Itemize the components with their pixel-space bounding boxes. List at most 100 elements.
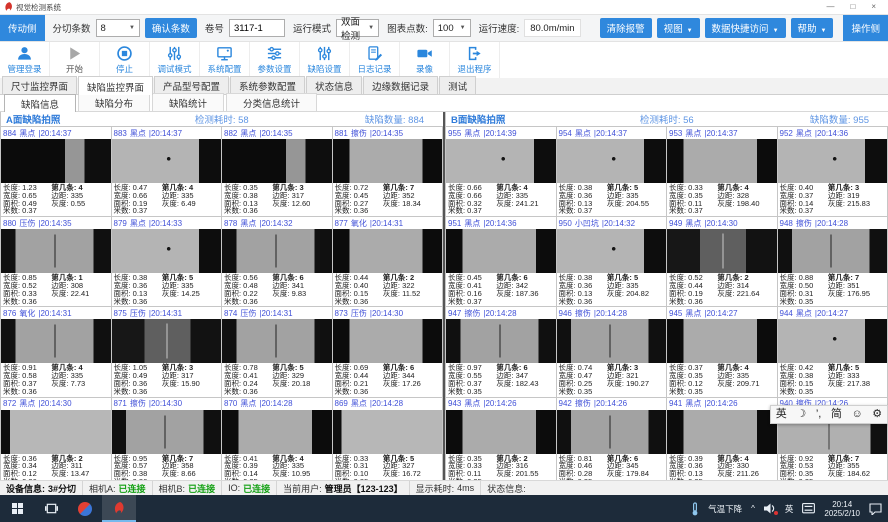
main-tab[interactable]: 测试	[439, 76, 476, 94]
defect-cell[interactable]: 948擦伤|20:14:28长度: 0.88宽度: 0.50面积: 0.31米数…	[778, 217, 888, 307]
main-tab[interactable]: 系统参数配置	[230, 76, 305, 94]
action-center-icon[interactable]	[869, 503, 882, 515]
minimize-icon[interactable]: —	[826, 0, 834, 14]
weather-text[interactable]: 气温下降	[708, 503, 742, 515]
gear-icon[interactable]: ⚙	[872, 405, 882, 424]
defect-thumbnail[interactable]	[222, 410, 332, 454]
main-tab[interactable]: 边缘数据记录	[363, 76, 438, 94]
defect-thumbnail[interactable]	[557, 139, 667, 183]
defect-thumbnail[interactable]	[1, 410, 111, 454]
main-tab[interactable]: 尺寸监控界面	[2, 76, 77, 94]
defect-thumbnail[interactable]	[112, 229, 222, 273]
volume-button[interactable]	[764, 503, 776, 514]
defect-thumbnail[interactable]	[446, 139, 556, 183]
sub-tab[interactable]: 缺陷分布	[78, 93, 150, 111]
view-menu-button[interactable]: 视图▼	[657, 18, 700, 38]
defect-cell[interactable]: 882黑点|20:14:35长度: 0.35宽度: 0.38面积: 0.13米数…	[222, 127, 333, 217]
action-button-debug-sliders[interactable]: 调试模式	[150, 42, 200, 78]
roll-number-input[interactable]	[229, 19, 285, 37]
defect-cell[interactable]: 946擦伤|20:14:28长度: 0.74宽度: 0.47面积: 0.25米数…	[557, 307, 668, 397]
defect-cell[interactable]: 874压伤|20:14:31长度: 0.78宽度: 0.41面积: 0.24米数…	[222, 307, 333, 397]
action-button-stop[interactable]: 停止	[100, 42, 150, 78]
defect-cell[interactable]: 941黑点|20:14:26长度: 0.39宽度: 0.36面积: 0.13米数…	[667, 398, 778, 480]
defect-thumbnail[interactable]	[778, 319, 888, 363]
defect-cell[interactable]: 949黑点|20:14:30长度: 0.52宽度: 0.44面积: 0.19米数…	[667, 217, 778, 307]
defect-cell[interactable]: 954黑点|20:14:37长度: 0.38宽度: 0.36面积: 0.13米数…	[557, 127, 668, 217]
run-mode-select[interactable]: 双面检测▼	[336, 19, 379, 37]
emoji-icon[interactable]: ☺	[851, 405, 862, 424]
defect-cell[interactable]: 871擦伤|20:14:30长度: 0.95宽度: 0.57面积: 0.38米数…	[112, 398, 223, 480]
defect-thumbnail[interactable]	[112, 410, 222, 454]
defect-thumbnail[interactable]	[112, 319, 222, 363]
defect-thumbnail[interactable]	[222, 229, 332, 273]
close-icon[interactable]: ×	[871, 0, 876, 14]
defect-cell[interactable]: 878黑点|20:14:32长度: 0.56宽度: 0.48面积: 0.22米数…	[222, 217, 333, 307]
main-tab[interactable]: 状态信息	[306, 76, 362, 94]
defect-thumbnail[interactable]	[222, 139, 332, 183]
defect-cell[interactable]: 950小凹坑|20:14:32长度: 0.38宽度: 0.36面积: 0.13米…	[557, 217, 668, 307]
defect-thumbnail[interactable]	[1, 319, 111, 363]
main-tab[interactable]: 产品型号配置	[154, 76, 229, 94]
action-button-monitor[interactable]: 系统配置	[200, 42, 250, 78]
defect-cell[interactable]: 873压伤|20:14:30长度: 0.69宽度: 0.44面积: 0.21米数…	[333, 307, 444, 397]
defect-cell[interactable]: 947擦伤|20:14:28长度: 0.97宽度: 0.55面积: 0.37米数…	[446, 307, 557, 397]
defect-thumbnail[interactable]	[446, 229, 556, 273]
maximize-icon[interactable]: □	[850, 0, 855, 14]
ime-punctuation-toggle[interactable]: ’,	[816, 405, 822, 424]
sub-tab[interactable]: 缺陷统计	[152, 93, 224, 111]
main-tab[interactable]: 缺陷监控界面	[78, 76, 153, 95]
defect-thumbnail[interactable]	[1, 139, 111, 183]
action-button-exit[interactable]: 退出程序	[450, 42, 500, 78]
defect-cell[interactable]: 869黑点|20:14:28长度: 0.33宽度: 0.31面积: 0.10米数…	[333, 398, 444, 480]
defect-cell[interactable]: 951黑点|20:14:36长度: 0.45宽度: 0.41面积: 0.16米数…	[446, 217, 557, 307]
action-button-play[interactable]: 开始	[50, 42, 100, 78]
defect-cell[interactable]: 945黑点|20:14:27长度: 0.37宽度: 0.35面积: 0.12米数…	[667, 307, 778, 397]
defect-cell[interactable]: 884黑点|20:14:37长度: 1.23宽度: 0.65面积: 0.49米数…	[1, 127, 112, 217]
moon-icon[interactable]: ☽	[796, 405, 806, 424]
defect-thumbnail[interactable]	[222, 319, 332, 363]
defect-cell[interactable]: 877氧化|20:14:31长度: 0.44宽度: 0.40面积: 0.15米数…	[333, 217, 444, 307]
defect-cell[interactable]: 952黑点|20:14:36长度: 0.40宽度: 0.37面积: 0.14米数…	[778, 127, 888, 217]
defect-cell[interactable]: 880压伤|20:14:35长度: 0.85宽度: 0.52面积: 0.33米数…	[1, 217, 112, 307]
action-button-params-sliders[interactable]: 参数设置	[250, 42, 300, 78]
sub-tab[interactable]: 分类信息统计	[226, 93, 317, 111]
defect-thumbnail[interactable]	[112, 139, 222, 183]
defect-cell[interactable]: 876氧化|20:14:31长度: 0.91宽度: 0.58面积: 0.37米数…	[1, 307, 112, 397]
defect-thumbnail[interactable]	[557, 319, 667, 363]
defect-thumbnail[interactable]	[333, 319, 443, 363]
defect-cell[interactable]: 953黑点|20:14:37长度: 0.33宽度: 0.35面积: 0.11米数…	[667, 127, 778, 217]
keyboard-icon[interactable]	[802, 503, 815, 514]
defect-thumbnail[interactable]	[667, 229, 777, 273]
action-button-user[interactable]: 管理登录	[0, 42, 50, 78]
ime-english-toggle[interactable]: 英	[776, 405, 787, 424]
sub-tab[interactable]: 缺陷信息	[4, 94, 76, 112]
defect-thumbnail[interactable]	[1, 229, 111, 273]
defect-thumbnail[interactable]	[446, 410, 556, 454]
defect-cell[interactable]: 942擦伤|20:14:26长度: 0.81宽度: 0.46面积: 0.28米数…	[557, 398, 668, 480]
clear-alarm-button[interactable]: 清除报警	[600, 18, 652, 38]
action-button-defect-sliders[interactable]: 缺陷设置	[300, 42, 350, 78]
defect-thumbnail[interactable]	[333, 410, 443, 454]
defect-thumbnail[interactable]	[667, 319, 777, 363]
defect-cell[interactable]: 881擦伤|20:14:35长度: 0.72宽度: 0.45面积: 0.27米数…	[333, 127, 444, 217]
defect-thumbnail[interactable]	[333, 229, 443, 273]
defect-cell[interactable]: 944黑点|20:14:27长度: 0.42宽度: 0.38面积: 0.15米数…	[778, 307, 888, 397]
inspection-app-button[interactable]	[102, 495, 136, 522]
help-menu-button[interactable]: 帮助▼	[791, 18, 834, 38]
ime-simplified-toggle[interactable]: 简	[831, 405, 842, 424]
confirm-count-button[interactable]: 确认条数	[145, 18, 197, 38]
defect-thumbnail[interactable]	[778, 139, 888, 183]
data-quick-access-menu-button[interactable]: 数据快捷访问▼	[705, 18, 786, 38]
defect-cell[interactable]: 875压伤|20:14:31长度: 1.05宽度: 0.49面积: 0.36米数…	[112, 307, 223, 397]
action-button-camera[interactable]: 录像	[400, 42, 450, 78]
defect-cell[interactable]: 879黑点|20:14:33长度: 0.38宽度: 0.36面积: 0.13米数…	[112, 217, 223, 307]
defect-cell[interactable]: 955黑点|20:14:39长度: 0.66宽度: 0.66面积: 0.32米数…	[446, 127, 557, 217]
chart-points-select[interactable]: 100▼	[433, 19, 471, 37]
operator-side-button[interactable]: 操作侧	[843, 15, 888, 41]
defect-thumbnail[interactable]	[446, 319, 556, 363]
defect-thumbnail[interactable]	[557, 229, 667, 273]
defect-cell[interactable]: 870黑点|20:14:28长度: 0.41宽度: 0.39面积: 0.14米数…	[222, 398, 333, 480]
clock[interactable]: 20:142025/2/10	[824, 500, 860, 518]
defect-thumbnail[interactable]	[667, 410, 777, 454]
tray-expand-chevron[interactable]: ^	[751, 504, 755, 513]
